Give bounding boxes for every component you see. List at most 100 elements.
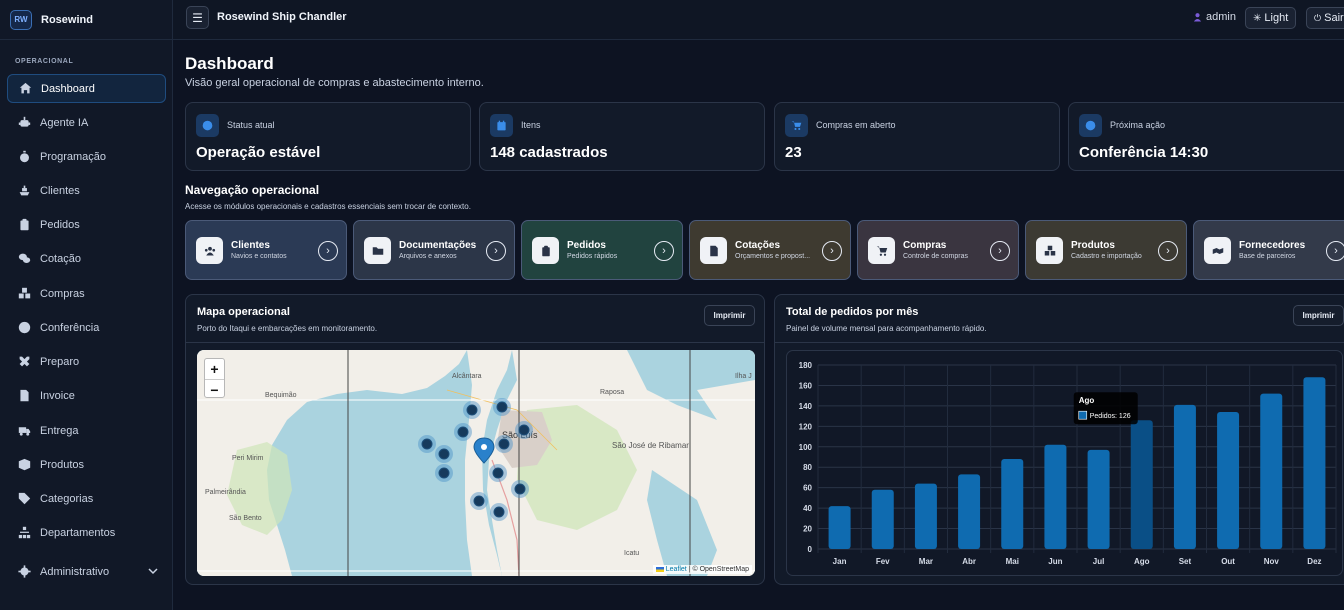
stat-card: Compras em aberto 23 [774,102,1060,171]
nav-card-subtitle: Arquivos e anexos [399,253,457,260]
arrow-right-icon[interactable]: › [990,241,1010,261]
zoom-out-button[interactable]: − [205,379,224,399]
arrow-right-icon[interactable]: › [318,241,338,261]
vessel-marker[interactable] [493,506,505,518]
nav-card-pedidos[interactable]: Pedidos Pedidos rápidos › [521,220,683,280]
x-tick-label: Dez [1307,557,1321,566]
stat-value: Conferência 14:30 [1079,144,1209,161]
x-tick-label: Jul [1093,557,1105,566]
vessel-marker[interactable] [438,467,450,479]
chart-tooltip: Ago Pedidos: 126 [1073,392,1138,425]
nav-card-compras[interactable]: Compras Controle de compras › [857,220,1019,280]
tooltip-title: Ago [1079,396,1095,405]
bar-abr[interactable] [958,474,981,549]
sidebar-item-pedidos[interactable]: Pedidos [7,210,166,239]
x-tick-label: Nov [1264,557,1280,566]
nav-card-title: Fornecedores [1239,240,1306,251]
vessel-marker[interactable] [496,401,508,413]
sidebar-item-label: Produtos [40,458,85,471]
sidebar-item-entrega[interactable]: Entrega [7,416,166,445]
arrow-right-icon[interactable]: › [1158,241,1178,261]
sidebar-item-programa-o[interactable]: Programação [7,142,166,171]
bar-mai[interactable] [1001,459,1024,549]
bar-dez[interactable] [1303,377,1326,549]
vessel-marker[interactable] [421,438,433,450]
vessel-marker[interactable] [466,404,478,416]
menu-toggle-button[interactable]: ☰ [186,6,209,29]
bar-ago[interactable] [1130,420,1153,549]
chart-print-button[interactable]: Imprimir [1293,305,1344,326]
sidebar-item-invoice[interactable]: Invoice [7,381,166,410]
cart-icon [868,237,895,264]
sidebar-item-preparo[interactable]: Preparo [7,347,166,376]
ship-icon [17,184,31,198]
nav-card-subtitle: Navios e contatos [231,253,287,260]
theme-toggle-button[interactable]: ✳ Light [1245,7,1297,29]
zoom-in-button[interactable]: + [205,359,224,379]
bar-nov[interactable] [1260,393,1283,549]
map-print-button[interactable]: Imprimir [704,305,755,326]
sidebar-item-label: Clientes [40,184,80,197]
users-icon [196,237,223,264]
vessel-marker[interactable] [514,483,526,495]
sidebar-item-clientes[interactable]: Clientes [7,176,166,205]
nav-card-title: Cotações [735,240,781,251]
vessel-marker[interactable] [457,426,469,438]
brand-name: Rosewind [41,13,93,26]
sidebar-item-confer-ncia[interactable]: Conferência [7,313,166,342]
nav-section-subtitle: Acesse os módulos operacionais e cadastr… [185,202,471,211]
sidebar-item-cota-o[interactable]: Cotação [7,244,166,273]
user-icon [1193,13,1202,22]
sidebar-item-dashboard[interactable]: Dashboard [7,74,166,103]
user-name: admin [1206,11,1236,23]
sidebar-item-agente-ia[interactable]: Agente IA [7,108,166,137]
chart-panel: Total de pedidos por mês Painel de volum… [774,294,1344,585]
brand[interactable]: RW Rosewind [0,0,172,40]
vessel-marker[interactable] [473,495,485,507]
gear-icon [17,565,31,579]
vessel-marker[interactable] [438,448,450,460]
leaflet-link[interactable]: Leaflet [666,566,687,573]
vessel-marker[interactable] [518,424,530,436]
arrow-right-icon[interactable]: › [1326,241,1344,261]
chart-panel-title: Total de pedidos por mês [786,306,919,318]
folder-icon [364,237,391,264]
main-content: Dashboard Visão geral operacional de com… [173,40,1344,610]
sidebar-item-produtos[interactable]: Produtos [7,450,166,479]
stat-card: Próxima ação Conferência 14:30 [1068,102,1344,171]
nav-card-produtos[interactable]: Produtos Cadastro e importação › [1025,220,1187,280]
user-menu[interactable]: admin [1193,11,1236,23]
nav-card-subtitle: Controle de compras [903,253,968,260]
sidebar-item-departamentos[interactable]: Departamentos [7,518,166,547]
bar-set[interactable] [1173,404,1196,549]
y-tick-label: 140 [799,402,813,411]
bar-mar[interactable] [914,483,937,549]
sidebar-item-compras[interactable]: Compras [7,279,166,308]
vessel-marker[interactable] [498,438,510,450]
map-canvas[interactable]: Alcântara Bequimão Peri Mirim Palmeirând… [197,350,755,576]
nav-card-clientes[interactable]: Clientes Navios e contatos › [185,220,347,280]
bar-jul[interactable] [1087,449,1110,549]
bar-out[interactable] [1217,412,1240,549]
nav-card-fornecedores[interactable]: Fornecedores Base de parceiros › [1193,220,1344,280]
vessel-marker[interactable] [492,467,504,479]
bar-fev[interactable] [871,489,894,549]
sidebar-item-administrativo[interactable]: Administrativo [7,557,166,586]
orders-bar-chart[interactable]: 0 20 40 60 80 100 120 140 160 180 Jan Fev Mar Abr Mai J… [787,351,1342,575]
arrow-right-icon[interactable]: › [822,241,842,261]
brand-logo: RW [10,9,32,30]
arrow-right-icon[interactable]: › [654,241,674,261]
nav-card-documenta-es[interactable]: Documentações Arquivos e anexos › [353,220,515,280]
sidebar-item-categorias[interactable]: Categorias [7,484,166,513]
nav-card-cota-es[interactable]: Cotações Orçamentos e propost... › [689,220,851,280]
arrow-right-icon[interactable]: › [486,241,506,261]
nav-section-title: Navegação operacional [185,183,320,197]
stat-card: Itens 148 cadastrados [479,102,765,171]
bar-jan[interactable] [828,506,851,549]
operational-map[interactable]: Alcântara Bequimão Peri Mirim Palmeirând… [197,350,755,576]
bar-jun[interactable] [1044,444,1067,549]
hamburger-icon: ☰ [192,10,203,25]
logout-button[interactable]: ⏻ Sair [1306,7,1344,29]
sidebar-item-label: Programação [40,150,107,163]
sidebar-section-label: OPERACIONAL [15,58,74,65]
